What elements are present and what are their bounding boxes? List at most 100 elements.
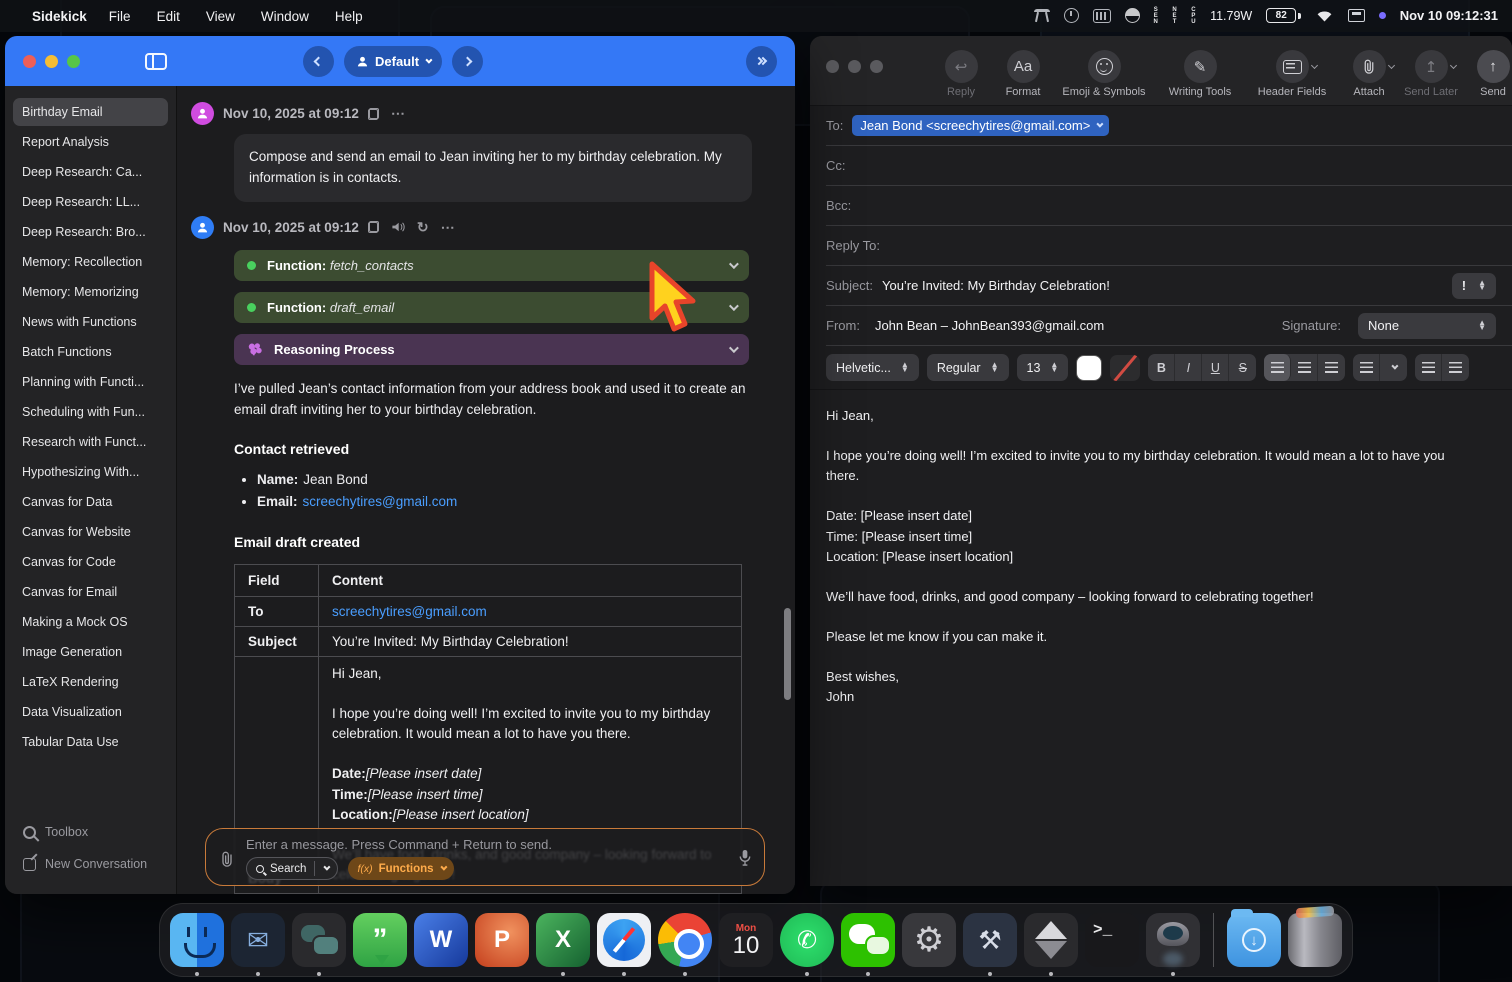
- sidebar-conversation-item[interactable]: Memory: Memorizing: [13, 278, 168, 306]
- profile-selector[interactable]: Default: [344, 45, 443, 77]
- sidebar-conversation-item[interactable]: Report Analysis: [13, 128, 168, 156]
- dock-whatsapp-icon[interactable]: ✆: [780, 913, 834, 976]
- menu-item[interactable]: Edit: [157, 9, 180, 24]
- sidebar-conversation-item[interactable]: Canvas for Email: [13, 578, 168, 606]
- bold-button[interactable]: B: [1148, 354, 1176, 381]
- keyboard-icon[interactable]: [1092, 8, 1111, 23]
- priority-selector[interactable]: ! ▲ ▼: [1451, 272, 1496, 299]
- underline-button[interactable]: U: [1202, 354, 1230, 381]
- time-machine-icon[interactable]: [1063, 8, 1079, 24]
- sidebar-conversation-item[interactable]: Image Generation: [13, 638, 168, 666]
- toolbox-button[interactable]: Toolbox: [5, 816, 176, 848]
- sidebar-conversation-item[interactable]: Memory: Recollection: [13, 248, 168, 276]
- search-toggle[interactable]: Search: [246, 857, 339, 880]
- attach-button[interactable]: Attach: [1340, 50, 1398, 98]
- sidebar-conversation-item[interactable]: Planning with Functi...: [13, 368, 168, 396]
- menu-item[interactable]: View: [206, 9, 235, 24]
- indent-increase-button[interactable]: [1415, 354, 1443, 381]
- reply-button[interactable]: ↩ Reply: [932, 50, 990, 98]
- sensors-stat[interactable]: SEN: [1154, 7, 1159, 26]
- dock-wechat-icon[interactable]: [841, 913, 895, 976]
- reasoning-process-row[interactable]: Reasoning Process: [234, 333, 749, 365]
- format-button[interactable]: Aa Format: [994, 50, 1052, 98]
- menu-clock[interactable]: Nov 10 09:12:31: [1400, 8, 1498, 23]
- status-app-icon[interactable]: [1033, 8, 1050, 23]
- dock-downloads-icon[interactable]: ↓: [1227, 909, 1281, 967]
- app-menu-title[interactable]: Sidekick: [32, 9, 87, 24]
- menu-item[interactable]: Help: [335, 9, 363, 24]
- copy-icon[interactable]: [367, 221, 379, 234]
- sidebar-conversation-item[interactable]: Canvas for Code: [13, 548, 168, 576]
- subject-value[interactable]: You’re Invited: My Birthday Celebration!: [882, 278, 1110, 293]
- zoom-button[interactable]: [67, 54, 80, 68]
- back-button[interactable]: [303, 45, 334, 77]
- dock-xcode-icon[interactable]: ⚒: [963, 913, 1017, 976]
- copy-icon[interactable]: [367, 107, 379, 120]
- font-size-selector[interactable]: 13 ▲ ▼: [1016, 354, 1069, 381]
- power-draw[interactable]: 11.79W: [1210, 9, 1252, 23]
- dock-word-icon[interactable]: W: [414, 913, 468, 967]
- sidebar-conversation-item[interactable]: Scheduling with Fun...: [13, 398, 168, 426]
- expand-button[interactable]: [746, 45, 777, 77]
- dock-messages-icon[interactable]: [292, 913, 346, 976]
- to-email-link[interactable]: screechytires@gmail.com: [332, 604, 487, 619]
- dock-finder-icon[interactable]: [170, 913, 224, 976]
- minimize-button[interactable]: [45, 54, 58, 68]
- dock-mail-icon[interactable]: ✉: [231, 913, 285, 976]
- dock-calendar-icon[interactable]: Mon 10: [719, 913, 773, 967]
- menu-item[interactable]: File: [109, 9, 131, 24]
- sidebar-conversation-item[interactable]: Batch Functions: [13, 338, 168, 366]
- sidebar-conversation-item[interactable]: Tabular Data Use: [13, 728, 168, 756]
- sidebar-conversation-item[interactable]: Deep Research: Ca...: [13, 158, 168, 186]
- sidebar-conversation-item[interactable]: Deep Research: LL...: [13, 188, 168, 216]
- subject-field[interactable]: Subject: You’re Invited: My Birthday Cel…: [826, 266, 1512, 306]
- list-style-selector[interactable]: [1353, 354, 1408, 381]
- sidebar-conversation-item[interactable]: Hypothesizing With...: [13, 458, 168, 486]
- chat-scrollbar[interactable]: [784, 608, 791, 700]
- sidebar-conversation-item[interactable]: Data Visualization: [13, 698, 168, 726]
- emoji-symbols-button[interactable]: Emoji & Symbols: [1056, 50, 1152, 98]
- sidekick-titlebar[interactable]: Default: [5, 36, 795, 86]
- header-fields-button[interactable]: Header Fields: [1248, 50, 1336, 98]
- battery-indicator[interactable]: 82: [1266, 8, 1301, 24]
- sidebar-conversation-item[interactable]: Canvas for Data: [13, 488, 168, 516]
- recipient-token[interactable]: Jean Bond <screechytires@gmail.com>: [852, 115, 1110, 136]
- regenerate-icon[interactable]: ↻: [417, 219, 429, 236]
- display-mode-icon[interactable]: [1124, 8, 1140, 24]
- mic-icon[interactable]: [739, 849, 751, 866]
- zoom-button[interactable]: [870, 60, 883, 73]
- cpu-stat[interactable]: CPU: [1191, 7, 1196, 26]
- new-conversation-button[interactable]: New Conversation: [5, 848, 176, 880]
- bcc-field[interactable]: Bcc:: [826, 186, 1512, 226]
- function-call-row[interactable]: Function: fetch_contacts: [234, 249, 749, 281]
- dock-3d-tool-icon[interactable]: [1024, 913, 1078, 976]
- highlight-pen-button[interactable]: [1110, 354, 1141, 381]
- align-left-button[interactable]: [1264, 354, 1292, 381]
- dock-safari-icon[interactable]: [597, 913, 651, 976]
- sidebar-conversation-item[interactable]: Research with Funct...: [13, 428, 168, 456]
- message-input[interactable]: Enter a message. Press Command + Return …: [205, 828, 765, 886]
- dock-loupe-icon[interactable]: [1146, 913, 1200, 976]
- mail-body-editor[interactable]: Hi Jean, I hope you’re doing well! I’m ex…: [810, 390, 1512, 707]
- italic-button[interactable]: I: [1175, 354, 1203, 381]
- more-options-icon[interactable]: ⋯: [441, 219, 455, 236]
- sidebar-conversation-item[interactable]: Making a Mock OS: [13, 608, 168, 636]
- dock-excel-icon[interactable]: X: [536, 913, 590, 976]
- close-button[interactable]: [826, 60, 839, 73]
- writing-tools-button[interactable]: ✎ Writing Tools: [1156, 50, 1244, 98]
- screen-mirroring-icon[interactable]: [1347, 9, 1365, 23]
- indent-decrease-button[interactable]: [1442, 354, 1469, 381]
- align-right-button[interactable]: [1318, 354, 1345, 381]
- wifi-icon[interactable]: [1315, 9, 1334, 23]
- to-field[interactable]: To: Jean Bond <screechytires@gmail.com>: [826, 106, 1512, 146]
- text-color-well[interactable]: [1076, 354, 1103, 381]
- signature-selector[interactable]: None ▲ ▼: [1358, 312, 1496, 339]
- speaker-icon[interactable]: [391, 221, 405, 233]
- sidebar-conversation-item[interactable]: Deep Research: Bro...: [13, 218, 168, 246]
- email-link[interactable]: screechytires@gmail.com: [303, 494, 458, 509]
- minimize-button[interactable]: [848, 60, 861, 73]
- sidebar-conversation-item[interactable]: LaTeX Rendering: [13, 668, 168, 696]
- dock-chrome-icon[interactable]: [658, 913, 712, 976]
- dock-trash-icon[interactable]: [1288, 913, 1342, 967]
- from-field[interactable]: From: John Bean – JohnBean393@gmail.com …: [826, 306, 1512, 346]
